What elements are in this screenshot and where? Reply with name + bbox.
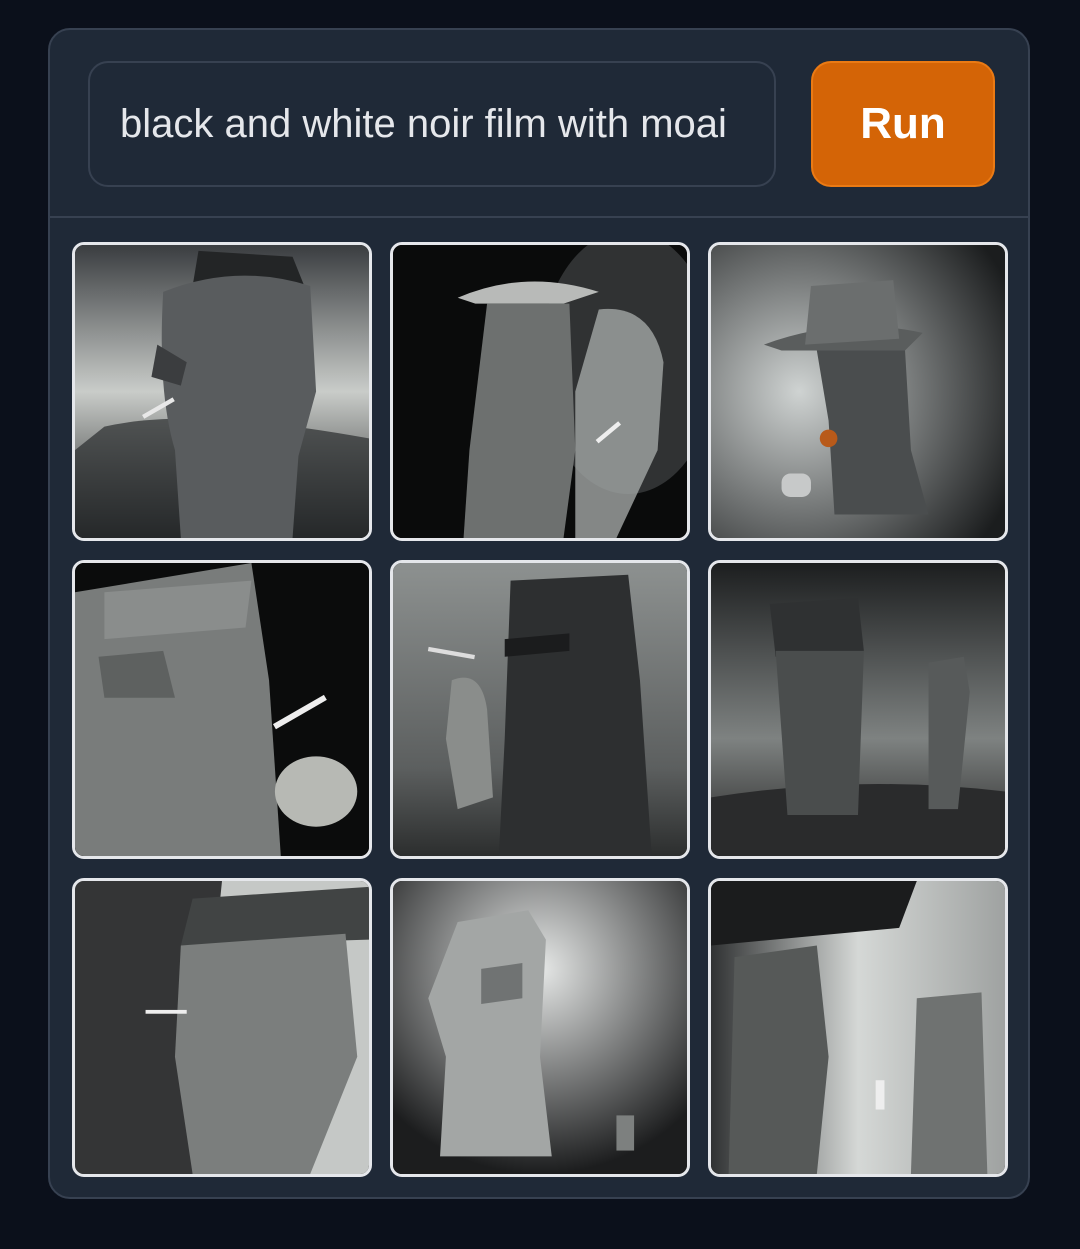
prompt-toolbar: black and white noir film with moai Run — [50, 30, 1028, 218]
moai-image-9 — [711, 881, 1005, 1174]
result-image-6[interactable] — [708, 560, 1008, 859]
moai-image-4 — [75, 563, 369, 856]
moai-image-8 — [393, 881, 687, 1174]
moai-image-3 — [711, 245, 1005, 538]
result-image-3[interactable] — [708, 242, 1008, 541]
result-image-4[interactable] — [72, 560, 372, 859]
image-results-grid — [72, 242, 1010, 1179]
result-image-7[interactable] — [72, 878, 372, 1177]
moai-image-7 — [75, 881, 369, 1174]
prompt-input[interactable]: black and white noir film with moai — [88, 61, 776, 187]
result-image-9[interactable] — [708, 878, 1008, 1177]
moai-image-2 — [393, 245, 687, 538]
generator-panel: black and white noir film with moai Run — [48, 28, 1030, 1199]
moai-image-6 — [711, 563, 1005, 856]
moai-image-1 — [75, 245, 369, 538]
run-button[interactable]: Run — [811, 61, 995, 187]
result-image-8[interactable] — [390, 878, 690, 1177]
result-image-1[interactable] — [72, 242, 372, 541]
result-image-5[interactable] — [390, 560, 690, 859]
moai-image-5 — [393, 563, 687, 856]
result-image-2[interactable] — [390, 242, 690, 541]
